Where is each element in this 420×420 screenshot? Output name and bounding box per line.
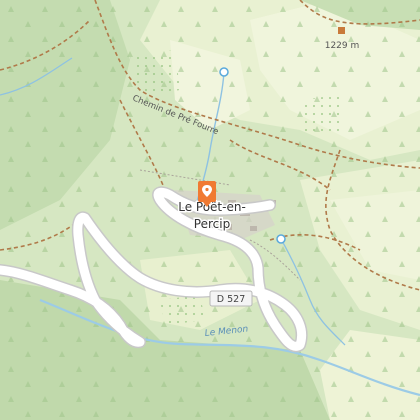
orchard-patch-south: [160, 295, 205, 325]
svg-text:Percip: Percip: [194, 217, 230, 231]
map-view[interactable]: 1229 m Chemin de Pré Fourre D 527 Le Men…: [0, 0, 420, 420]
spring-icon[interactable]: [276, 234, 286, 244]
svg-text:Le Poët-en-: Le Poët-en-: [178, 200, 246, 214]
peak-elevation-label: 1229 m: [325, 41, 360, 51]
road-label: D 527: [217, 294, 245, 305]
orchard-patch-east: [300, 95, 345, 135]
spring-icon[interactable]: [219, 67, 229, 77]
road-shield-d527: D 527: [209, 290, 253, 307]
peak-icon[interactable]: [338, 27, 345, 34]
map-canvas[interactable]: 1229 m Chemin de Pré Fourre D 527 Le Men…: [0, 0, 420, 420]
